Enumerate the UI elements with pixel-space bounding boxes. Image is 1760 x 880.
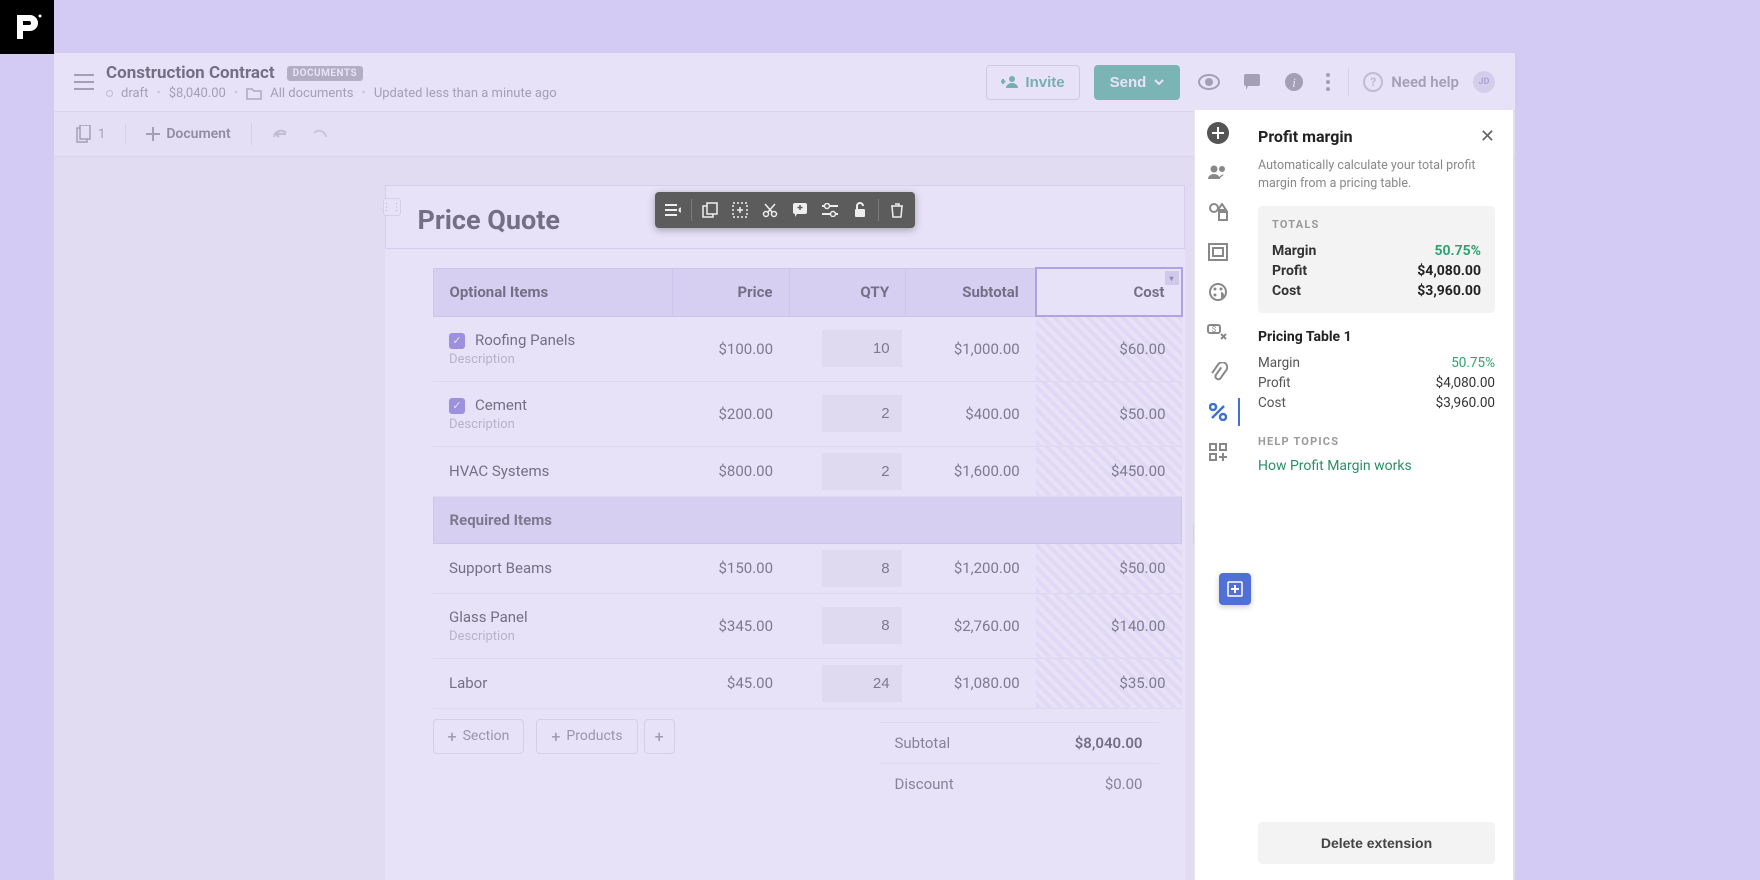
cut-icon[interactable] (756, 196, 784, 224)
redo-icon (312, 127, 328, 141)
amount-label: $8,040.00 (169, 86, 226, 101)
totals-block: Subtotal$8,040.00 Discount$0.00 (879, 722, 1159, 804)
table-row[interactable]: ✓Roofing PanelsDescription $100.00 $1,00… (433, 316, 1182, 381)
add-comment-icon[interactable] (786, 196, 814, 224)
app-header: Construction Contract DOCUMENTS draft • … (54, 53, 1515, 112)
col-items[interactable]: Optional Items (433, 268, 672, 316)
checkbox-icon[interactable]: ✓ (449, 333, 465, 349)
menu-icon[interactable] (74, 74, 94, 90)
floating-add-button[interactable] (1219, 573, 1251, 605)
col-cost[interactable]: Cost▾ (1036, 268, 1182, 316)
rail-apps-icon[interactable] (1200, 434, 1236, 470)
add-section-button[interactable]: +Section (433, 719, 525, 754)
qty-input[interactable] (822, 395, 902, 432)
svg-text:i: i (1292, 75, 1296, 90)
need-help-button[interactable]: ?Need help (1363, 72, 1459, 92)
undo-button[interactable] (264, 121, 296, 147)
location-label[interactable]: All documents (270, 86, 353, 101)
comments-icon[interactable] (1238, 68, 1266, 96)
pages-button[interactable]: 1 (68, 119, 113, 149)
status-dot-icon (106, 90, 113, 97)
svg-text:$: $ (1211, 325, 1216, 334)
panel-description: Automatically calculate your total profi… (1258, 157, 1495, 192)
folder-icon (246, 87, 262, 100)
rail-shapes-icon[interactable] (1200, 194, 1236, 230)
more-icon[interactable] (1322, 69, 1334, 95)
plus-icon (146, 127, 160, 141)
totals-card: TOTALS Margin50.75% Profit$4,080.00 Cost… (1258, 206, 1495, 313)
drag-handle-icon[interactable]: ⋮⋮ (383, 198, 401, 216)
document-title: Construction Contract (106, 63, 275, 83)
table-row[interactable]: Labor $45.00 $1,080.00 $35.00 (433, 658, 1182, 708)
col-qty[interactable]: QTY (789, 268, 906, 316)
pricing-table: Optional Items Price QTY Subtotal Cost▾ … (433, 267, 1183, 709)
qty-input[interactable] (822, 453, 902, 490)
section-row: Required Items (433, 496, 1182, 543)
rail-add-button[interactable] (1207, 122, 1229, 144)
block-toolbar (655, 192, 915, 228)
undo-icon (272, 127, 288, 141)
updated-label: Updated less than a minute ago (374, 86, 557, 101)
checkbox-icon[interactable]: ✓ (449, 398, 465, 414)
add-document-button[interactable]: Document (138, 120, 238, 148)
help-icon: ? (1363, 72, 1383, 92)
status-label: draft (121, 86, 148, 101)
document-meta: draft • $8,040.00 • All documents • Upda… (106, 86, 974, 101)
help-link[interactable]: How Profit Margin works (1258, 458, 1495, 474)
col-subtotal[interactable]: Subtotal (906, 268, 1036, 316)
document-page: ⋮⋮ Price Quote Op (385, 185, 1185, 880)
close-icon[interactable]: ✕ (1480, 126, 1495, 147)
table-row[interactable]: Glass PanelDescription $345.00 $2,760.00… (433, 593, 1182, 658)
pricing-table-title: Pricing Table 1 (1258, 329, 1495, 345)
rail-people-icon[interactable] (1200, 154, 1236, 190)
table-header-row: Optional Items Price QTY Subtotal Cost▾ (433, 268, 1182, 316)
user-avatar[interactable]: JD (1473, 71, 1495, 93)
info-icon[interactable]: i (1280, 68, 1308, 96)
table-row[interactable]: HVAC Systems $800.00 $1,600.00 $450.00 (433, 446, 1182, 496)
qty-input[interactable] (822, 550, 902, 587)
right-rail: $ (1194, 110, 1240, 880)
documents-badge: DOCUMENTS (287, 66, 364, 81)
pages-icon (76, 125, 92, 143)
send-button[interactable]: Send (1094, 65, 1181, 100)
duplicate-icon[interactable] (696, 196, 724, 224)
delete-icon[interactable] (883, 196, 911, 224)
add-products-button[interactable]: +Products (536, 719, 637, 754)
profit-margin-panel: Profit margin ✕ Automatically calculate … (1240, 110, 1513, 880)
invite-icon (1001, 75, 1019, 89)
qty-input[interactable] (822, 330, 902, 367)
rail-profit-margin-icon[interactable] (1200, 394, 1236, 430)
lock-icon[interactable] (846, 196, 874, 224)
rail-layout-icon[interactable] (1200, 234, 1236, 270)
qty-input[interactable] (822, 665, 902, 702)
column-menu-icon[interactable]: ▾ (1165, 271, 1179, 285)
table-row[interactable]: ✓CementDescription $200.00 $400.00 $50.0… (433, 381, 1182, 446)
redo-button[interactable] (304, 121, 336, 147)
delete-extension-button[interactable]: Delete extension (1258, 822, 1495, 864)
table-row[interactable]: Support Beams $150.00 $1,200.00 $50.00 (433, 543, 1182, 593)
quote-title[interactable]: Price Quote (418, 204, 561, 236)
add-block-icon[interactable] (726, 196, 754, 224)
rail-theme-icon[interactable] (1200, 274, 1236, 310)
preview-icon[interactable] (1194, 70, 1224, 94)
chevron-down-icon (1154, 79, 1164, 85)
rows-icon[interactable] (659, 196, 687, 224)
panel-title: Profit margin (1258, 127, 1353, 146)
add-plus-button[interactable]: + (644, 719, 675, 754)
brand-logo (0, 0, 54, 54)
qty-input[interactable] (822, 607, 902, 644)
invite-button[interactable]: Invite (986, 65, 1079, 100)
settings-icon[interactable] (816, 196, 844, 224)
rail-variables-icon[interactable]: $ (1200, 314, 1236, 350)
col-price[interactable]: Price (672, 268, 789, 316)
rail-attachments-icon[interactable] (1200, 354, 1236, 390)
